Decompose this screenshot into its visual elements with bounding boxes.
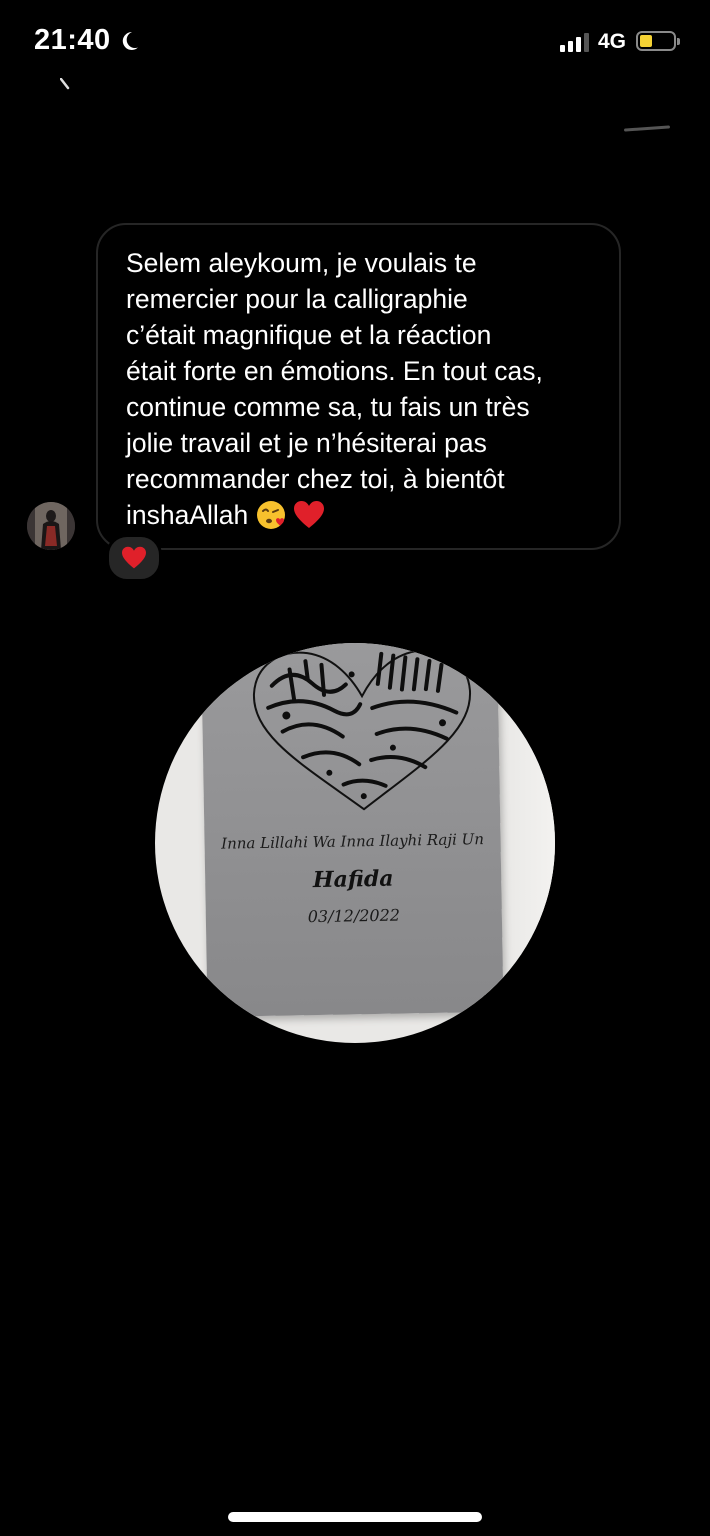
clock-text: 21:40	[34, 24, 111, 56]
home-indicator[interactable]	[228, 1512, 482, 1522]
calligraphy-canvas: Inna Lillahi Wa Inna Ilayhi Raji Un Hafi…	[201, 643, 504, 1017]
shared-photo[interactable]: Inna Lillahi Wa Inna Ilayhi Raji Un Hafi…	[155, 643, 555, 1043]
canvas-date: 03/12/2022	[307, 905, 401, 927]
canvas-name: Hafida	[312, 865, 394, 894]
battery-icon	[636, 31, 680, 51]
message-bubble[interactable]: Selem aleykoum, je voulais te remercier …	[96, 223, 621, 550]
status-bar: 21:40 4G	[0, 0, 710, 90]
reaction-badge[interactable]	[106, 534, 162, 582]
arabic-calligraphy-artwork	[252, 649, 471, 811]
back-icon[interactable]	[60, 78, 70, 90]
canvas-inscription: Inna Lillahi Wa Inna Ilayhi Raji Un	[221, 830, 485, 853]
red-heart-reaction-icon	[122, 546, 146, 569]
red-heart-icon	[294, 501, 325, 528]
signal-icon	[560, 32, 589, 52]
avatar-image	[27, 502, 75, 550]
face-blowing-kiss-icon	[256, 501, 285, 529]
status-time: 21:40	[34, 24, 141, 57]
message-text: Selem aleykoum, je voulais te remercier …	[126, 248, 543, 530]
sender-avatar[interactable]	[27, 502, 75, 550]
network-type: 4G	[598, 30, 627, 53]
moon-icon	[122, 31, 138, 50]
header-divider	[623, 125, 671, 132]
